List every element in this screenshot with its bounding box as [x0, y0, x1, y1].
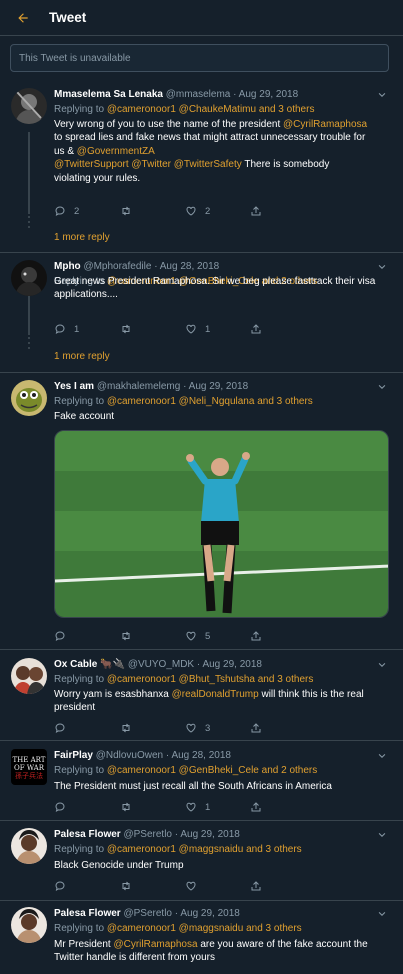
tweet-card[interactable]: [0, 901, 403, 974]
top-bar: Tweet: [0, 0, 403, 36]
tweet-card[interactable]: [0, 253, 403, 373]
tweet-card[interactable]: [0, 650, 403, 741]
tweet-card[interactable]: [0, 741, 403, 821]
unavailable-tweet-notice: This Tweet is unavailable: [10, 44, 389, 72]
tweet-card[interactable]: [0, 80, 403, 253]
page-title: Tweet: [49, 10, 87, 25]
tweet-card[interactable]: [0, 373, 403, 650]
back-arrow-icon[interactable]: [15, 10, 31, 26]
tweet-card[interactable]: [0, 821, 403, 901]
